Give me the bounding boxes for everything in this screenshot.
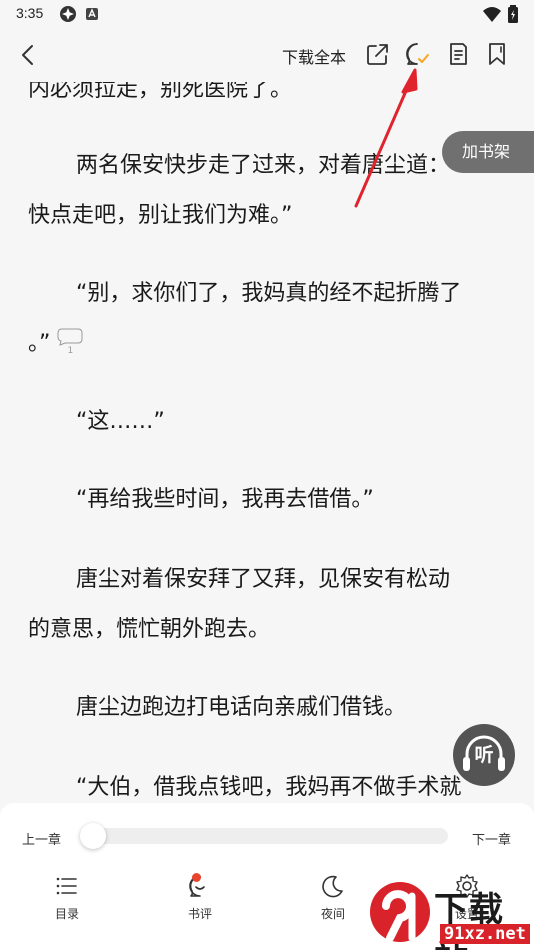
watermark-logo-icon [370,882,430,942]
annotation-arrow [354,68,418,208]
watermark-url: 91xz.net [440,924,530,944]
site-watermark: 下载站 91xz.net [366,876,534,950]
